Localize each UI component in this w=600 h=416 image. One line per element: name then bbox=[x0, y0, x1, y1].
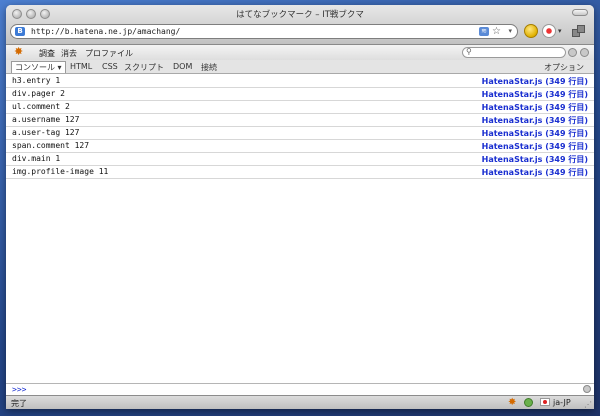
source-link[interactable]: HatenaStar.js (349 行目) bbox=[482, 76, 588, 87]
search-icon: ⚲ bbox=[466, 47, 472, 56]
window-resize-icon[interactable] bbox=[572, 25, 585, 37]
tab-css[interactable]: CSS bbox=[102, 62, 118, 71]
bookmark-star-icon[interactable]: ☆ bbox=[492, 26, 501, 37]
console-log: h3.entry 1 HatenaStar.js (349 行目) div.pa… bbox=[6, 75, 594, 179]
console-row: div.main 1 HatenaStar.js (349 行目) bbox=[6, 153, 594, 166]
source-link[interactable]: HatenaStar.js (349 行目) bbox=[482, 154, 588, 165]
tab-dom[interactable]: DOM bbox=[173, 62, 192, 71]
language-label[interactable]: ja-JP bbox=[553, 398, 571, 407]
log-text: a.user-tag 127 bbox=[12, 128, 80, 137]
source-link[interactable]: HatenaStar.js (349 行目) bbox=[482, 115, 588, 126]
firebug-tabbar: コンソール ▾ HTML CSS スクリプト DOM 接続 オプション bbox=[6, 60, 594, 74]
source-link[interactable]: HatenaStar.js (349 行目) bbox=[482, 141, 588, 152]
console-row: a.user-tag 127 HatenaStar.js (349 行目) bbox=[6, 127, 594, 140]
window-toolbar: はてなブックマーク – IT戦ブクマ B http://b.hatena.ne.… bbox=[6, 5, 594, 45]
log-text: div.main 1 bbox=[12, 154, 61, 163]
history-dropdown-icon[interactable]: ▾ bbox=[508, 26, 512, 37]
source-link[interactable]: HatenaStar.js (349 行目) bbox=[482, 128, 588, 139]
toolbar-toggle-button[interactable] bbox=[572, 9, 588, 16]
log-text: span.comment 127 bbox=[12, 141, 90, 150]
source-link[interactable]: HatenaStar.js (349 行目) bbox=[482, 167, 588, 178]
inspect-button[interactable]: 調査 bbox=[39, 48, 55, 59]
rss-feed-icon[interactable]: ≋ bbox=[479, 27, 489, 36]
tab-console[interactable]: コンソール ▾ bbox=[11, 61, 66, 73]
hatena-addon-icon[interactable] bbox=[524, 24, 538, 38]
url-text[interactable]: http://b.hatena.ne.jp/amachang/ bbox=[31, 27, 180, 36]
source-link[interactable]: HatenaStar.js (349 行目) bbox=[482, 89, 588, 100]
console-row: h3.entry 1 HatenaStar.js (349 行目) bbox=[6, 75, 594, 88]
firebug-toolbar: ✸ 調査 消去 プロファイル ⚲ bbox=[6, 45, 594, 61]
clear-button[interactable]: 消去 bbox=[61, 48, 77, 59]
minimize-firebug-icon[interactable] bbox=[568, 48, 577, 57]
japan-flag-icon bbox=[540, 398, 550, 406]
console-row: ul.comment 2 HatenaStar.js (349 行目) bbox=[6, 101, 594, 114]
tab-html[interactable]: HTML bbox=[70, 62, 92, 71]
log-text: div.pager 2 bbox=[12, 89, 65, 98]
console-row: img.profile-image 11 HatenaStar.js (349 … bbox=[6, 166, 594, 179]
expand-command-line-icon[interactable] bbox=[583, 385, 591, 393]
profile-button[interactable]: プロファイル bbox=[85, 48, 133, 59]
log-text: img.profile-image 11 bbox=[12, 167, 109, 176]
window-title: はてなブックマーク – IT戦ブクマ bbox=[236, 10, 364, 20]
status-bar: 完了 ✸ ja-JP ⋰ bbox=[6, 395, 594, 409]
command-prompt: >>> bbox=[12, 385, 27, 394]
site-favicon-icon: B bbox=[15, 27, 25, 36]
log-text: h3.entry 1 bbox=[12, 76, 61, 85]
close-firebug-icon[interactable] bbox=[580, 48, 589, 57]
tab-script[interactable]: スクリプト bbox=[124, 62, 164, 73]
address-bar[interactable]: B http://b.hatena.ne.jp/amachang/ ≋ ☆ ▾ bbox=[10, 24, 518, 39]
source-link[interactable]: HatenaStar.js (349 行目) bbox=[482, 102, 588, 113]
options-menu[interactable]: オプション bbox=[544, 62, 584, 73]
firebug-bug-icon[interactable]: ✸ bbox=[14, 46, 26, 58]
console-row: span.comment 127 HatenaStar.js (349 行目) bbox=[6, 140, 594, 153]
status-ok-icon[interactable] bbox=[524, 398, 533, 407]
firebug-search-input[interactable]: ⚲ bbox=[462, 47, 566, 58]
log-text: a.username 127 bbox=[12, 115, 80, 124]
search-engine-icon[interactable] bbox=[542, 24, 556, 38]
resize-grip-icon[interactable]: ⋰ bbox=[584, 400, 592, 409]
status-text: 完了 bbox=[11, 399, 27, 408]
console-row: a.username 127 HatenaStar.js (349 行目) bbox=[6, 114, 594, 127]
browser-window: はてなブックマーク – IT戦ブクマ B http://b.hatena.ne.… bbox=[6, 5, 594, 409]
command-line[interactable]: >>> bbox=[6, 383, 594, 395]
console-row: div.pager 2 HatenaStar.js (349 行目) bbox=[6, 88, 594, 101]
search-engine-dropdown-icon[interactable]: ▾ bbox=[558, 27, 562, 35]
tab-net[interactable]: 接続 bbox=[201, 62, 217, 73]
log-text: ul.comment 2 bbox=[12, 102, 70, 111]
firebug-status-icon[interactable]: ✸ bbox=[508, 397, 516, 408]
